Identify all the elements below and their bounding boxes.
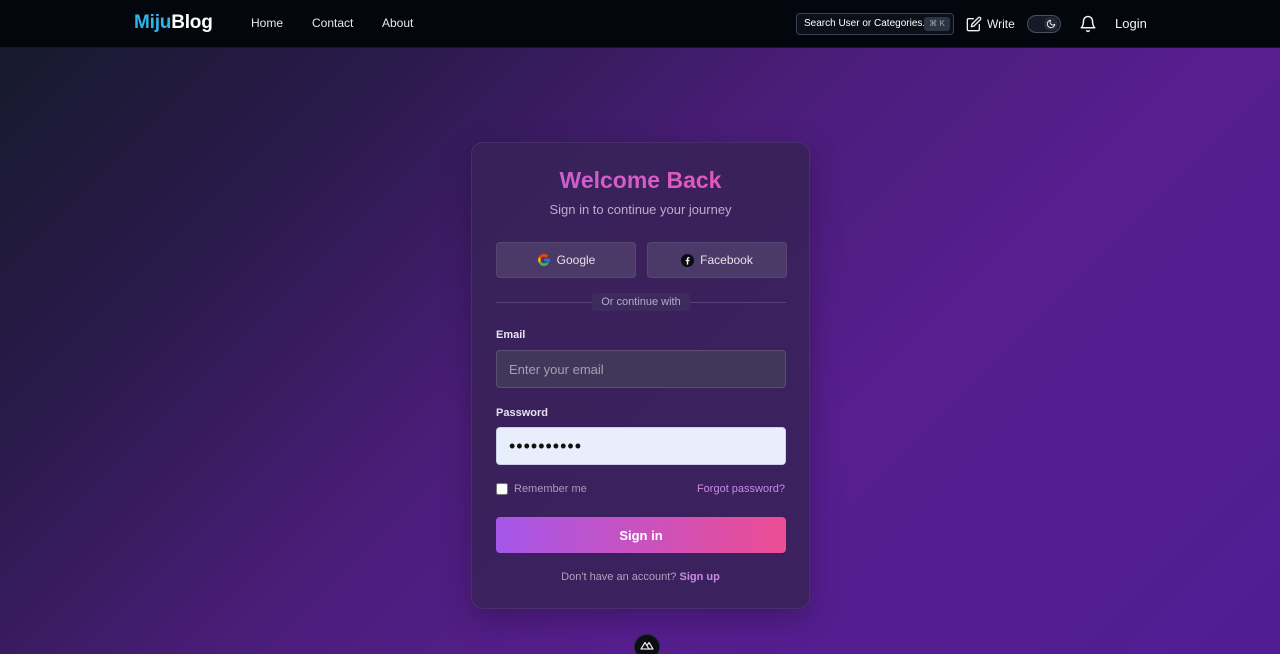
signup-row: Don't have an account? Sign up [472,571,809,583]
forgot-password-link[interactable]: Forgot password? [697,483,785,495]
divider-text: Or continue with [592,293,690,311]
login-card: Welcome Back Sign in to continue your jo… [471,142,810,609]
google-label: Google [556,253,596,267]
card-subtitle: Sign in to continue your journey [549,202,732,217]
remember-me-label: Remember me [514,483,587,495]
facebook-login-button[interactable]: Facebook [647,242,787,278]
notifications-bell-icon[interactable] [1079,14,1097,34]
moon-icon [1044,17,1058,31]
logo-text-blog: Blog [171,12,213,33]
nav-link-about[interactable]: About [382,16,413,30]
search-input[interactable]: Search User or Categories... ⌘ K [796,13,954,35]
write-label: Write [987,17,1015,31]
site-logo[interactable]: MijuBlog [134,12,213,34]
signup-prompt: Don't have an account? [561,571,677,583]
facebook-icon [681,253,695,267]
search-placeholder: Search User or Categories... [804,18,931,29]
devtools-toggle-icon[interactable] [634,634,660,654]
divider-line-right [690,302,786,303]
logo-text-miju: Miju [134,12,172,33]
login-link[interactable]: Login [1115,16,1147,31]
card-title: Welcome Back [472,167,809,194]
search-shortcut-badge: ⌘ K [924,17,950,31]
remember-me-checkbox[interactable] [496,483,508,495]
google-icon [537,254,550,266]
nav-link-home[interactable]: Home [251,16,283,30]
navbar: MijuBlog Home Contact About Search User … [0,0,1280,48]
divider-line-left [496,302,592,303]
remember-me: Remember me [496,483,587,495]
email-field[interactable] [496,350,786,388]
write-button[interactable]: Write [966,14,1015,34]
nav-link-contact[interactable]: Contact [312,16,353,30]
password-label: Password [496,407,548,419]
edit-icon [966,16,982,32]
sign-in-button[interactable]: Sign in [496,517,786,553]
sign-up-link[interactable]: Sign up [679,571,719,583]
theme-toggle[interactable] [1027,15,1061,33]
password-field[interactable] [496,427,786,465]
facebook-label: Facebook [700,253,753,267]
google-login-button[interactable]: Google [496,242,636,278]
email-label: Email [496,329,526,341]
